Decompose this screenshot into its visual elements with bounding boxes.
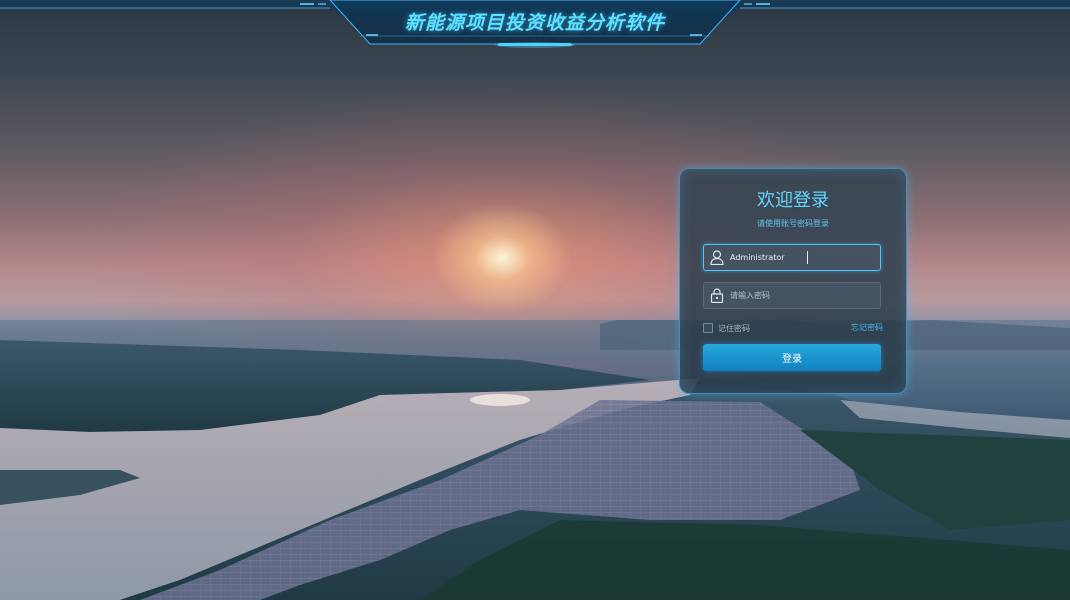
user-icon <box>710 250 724 265</box>
remember-label: 记住密码 <box>718 323 750 333</box>
password-field[interactable] <box>703 282 881 309</box>
app-title: 新能源项目投资收益分析软件 <box>404 12 665 34</box>
remember-password[interactable]: 记住密码 <box>703 322 750 334</box>
username-field[interactable] <box>703 244 881 271</box>
login-title: 欢迎登录 <box>757 190 829 211</box>
forgot-password-link[interactable]: 忘记密码 <box>851 322 883 334</box>
login-card: 欢迎登录 请使用账号密码登录 记住密码 忘记密码 登录 <box>679 168 907 394</box>
text-caret <box>807 251 808 264</box>
login-subtitle: 请使用账号密码登录 <box>757 219 829 228</box>
password-input[interactable] <box>730 283 876 308</box>
header-bar: 新能源项目投资收益分析软件 <box>0 0 1070 50</box>
login-button[interactable]: 登录 <box>703 344 881 371</box>
username-input[interactable] <box>730 245 876 270</box>
remember-checkbox[interactable] <box>703 323 713 333</box>
landscape-terrain <box>0 320 1070 600</box>
lock-icon <box>710 288 724 303</box>
